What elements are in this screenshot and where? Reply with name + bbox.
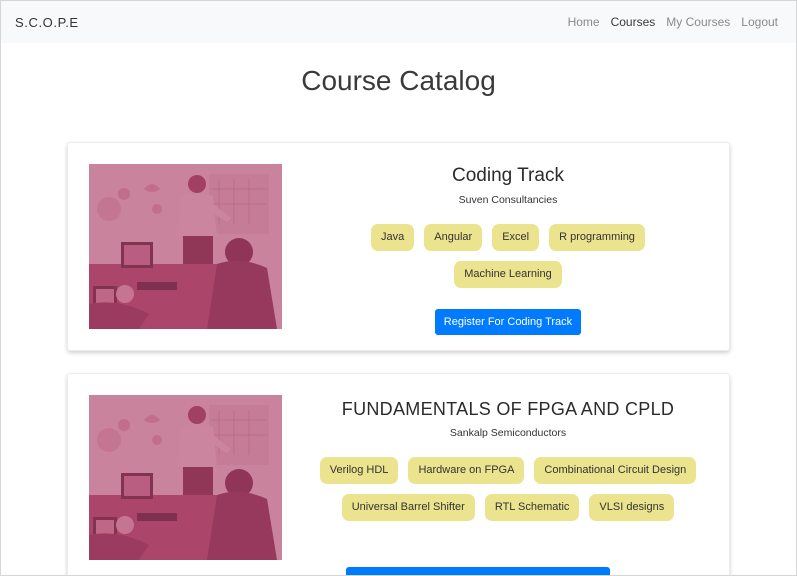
tag-angular: Angular: [424, 224, 483, 251]
tag-excel: Excel: [492, 224, 540, 251]
register-fpga-button[interactable]: [346, 567, 610, 575]
office-team-photo-icon: [89, 395, 282, 560]
register-coding-track-button[interactable]: Register For Coding Track: [434, 309, 582, 335]
nav-courses[interactable]: Courses: [611, 15, 656, 29]
course-tags: Verilog HDL Hardware on FPGA Combination…: [298, 457, 718, 521]
course-image: [89, 395, 282, 560]
course-title: Coding Track: [452, 165, 564, 186]
office-team-photo-icon: [89, 164, 282, 329]
tag-java: Java: [371, 224, 415, 251]
tag-machine-learning: Machine Learning: [454, 261, 562, 288]
course-card: FUNDAMENTALS OF FPGA AND CPLD Sankalp Se…: [67, 373, 730, 575]
course-provider: Suven Consultancies: [458, 194, 558, 206]
course-image: [89, 164, 282, 329]
tag-r-programming: R programming: [549, 224, 645, 251]
tag-hardware-on-fpga: Hardware on FPGA: [408, 457, 525, 484]
tag-rtl-schematic: RTL Schematic: [484, 494, 580, 521]
app-window: S.C.O.P.E Home Courses My Courses Logout…: [0, 0, 797, 576]
tag-verilog-hdl: Verilog HDL: [319, 457, 399, 484]
tag-vlsi-designs: VLSI designs: [589, 494, 675, 521]
nav-home[interactable]: Home: [568, 15, 600, 29]
course-provider: Sankalp Semiconductors: [449, 427, 567, 439]
navbar: S.C.O.P.E Home Courses My Courses Logout: [1, 1, 796, 43]
course-card: Coding Track Suven Consultancies Java An…: [67, 142, 730, 351]
nav-my-courses[interactable]: My Courses: [666, 15, 730, 29]
course-card-body: FUNDAMENTALS OF FPGA AND CPLD Sankalp Se…: [298, 399, 718, 521]
nav-links: Home Courses My Courses Logout: [568, 15, 778, 29]
course-title: FUNDAMENTALS OF FPGA AND CPLD: [341, 399, 675, 419]
tag-universal-barrel-shifter: Universal Barrel Shifter: [341, 494, 475, 521]
page-title: Course Catalog: [301, 65, 496, 96]
tag-combinational-circuit-design: Combinational Circuit Design: [534, 457, 697, 484]
nav-logout[interactable]: Logout: [741, 15, 778, 29]
course-tags: Java Angular Excel R programming Machine…: [298, 224, 718, 288]
course-card-body: Coding Track Suven Consultancies Java An…: [298, 165, 718, 335]
brand-logo[interactable]: S.C.O.P.E: [15, 15, 79, 30]
